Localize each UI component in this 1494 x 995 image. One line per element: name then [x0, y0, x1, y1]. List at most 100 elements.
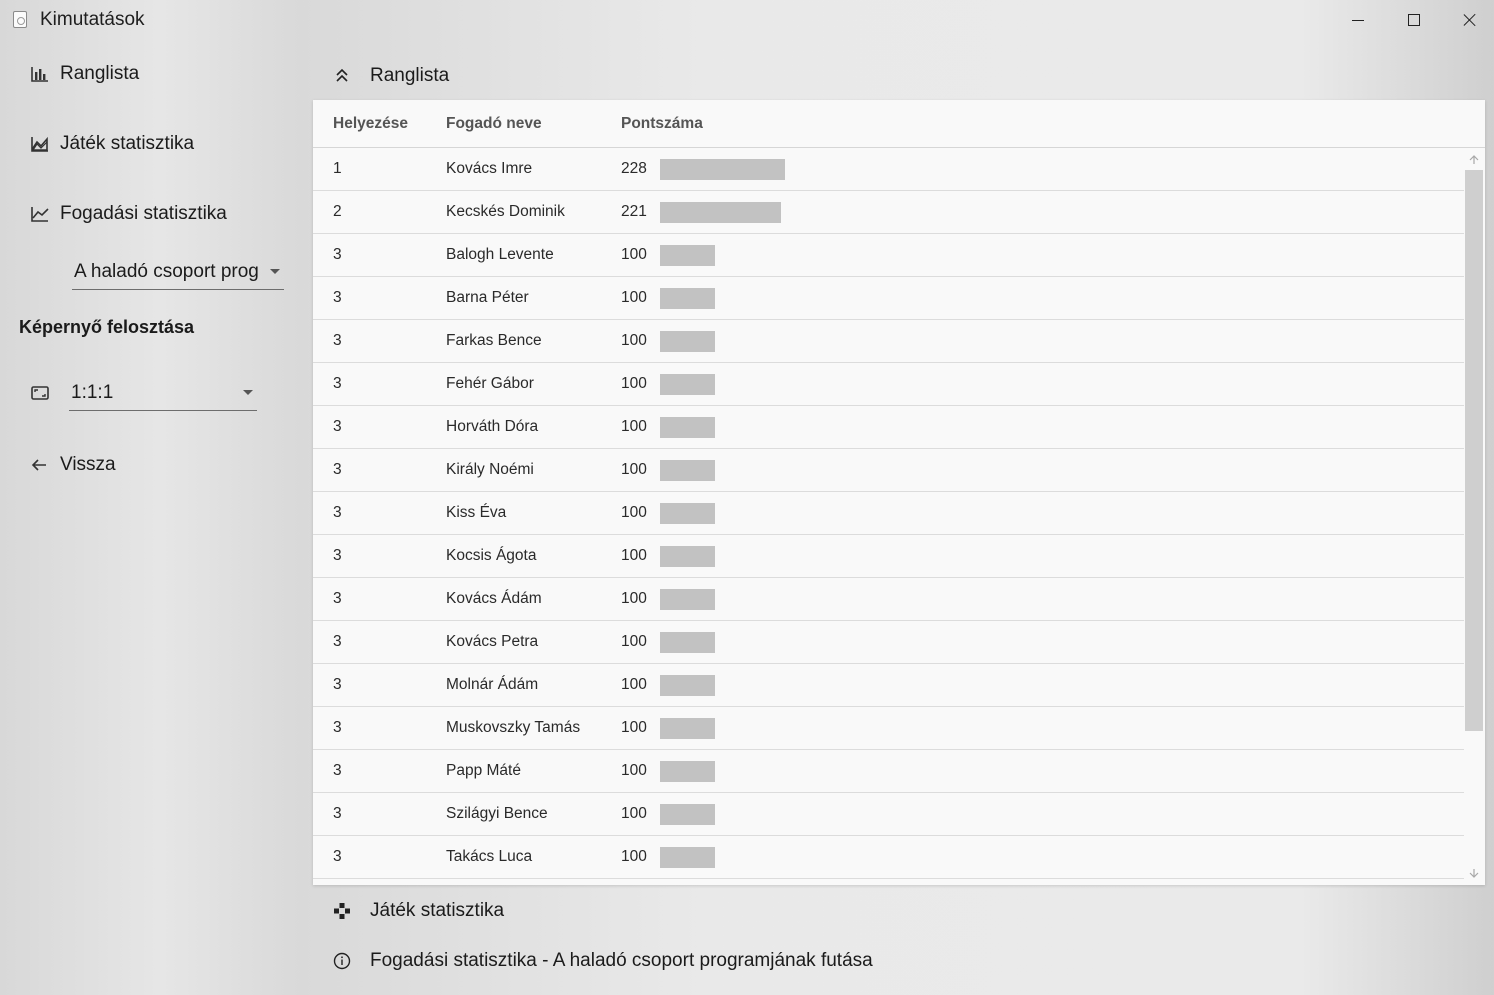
area-chart-icon [20, 135, 60, 153]
name-cell: Kiss Éva [446, 504, 507, 521]
rank-cell: 3 [333, 547, 342, 564]
name-cell: Barna Péter [446, 289, 529, 306]
scroll-down-icon[interactable] [1463, 863, 1485, 883]
score-value: 100 [621, 246, 647, 263]
table-row[interactable]: 3 Kocsis Ágota 100 [313, 535, 1464, 578]
table-row[interactable]: 3 Fehér Gábor 100 [313, 363, 1464, 406]
rank-cell: 2 [333, 203, 342, 220]
table-row[interactable]: 2 Kecskés Dominik 221 [313, 191, 1464, 234]
table-row[interactable]: 3 Szilágyi Bence 100 [313, 793, 1464, 836]
score-bar [660, 502, 715, 524]
scroll-up-icon[interactable] [1463, 150, 1485, 170]
table-row[interactable]: 3 Balogh Levente 100 [313, 234, 1464, 277]
score-cell: 100 [621, 330, 1464, 352]
double-chevron-up-icon [313, 67, 370, 85]
score-value: 228 [621, 160, 647, 177]
column-header-name[interactable]: Fogadó neve [446, 115, 621, 133]
score-bar [660, 244, 715, 266]
maximize-button[interactable] [1386, 0, 1442, 40]
name-cell: Horváth Dóra [446, 418, 539, 435]
minimize-button[interactable] [1330, 0, 1386, 40]
table-row[interactable]: 3 Papp Máté 100 [313, 750, 1464, 793]
name-cell: Muskovszky Tamás [446, 719, 581, 736]
table-row[interactable]: 3 Takács Luca 100 [313, 836, 1464, 879]
score-bar [660, 760, 715, 782]
score-bar [660, 631, 715, 653]
maximize-icon [1408, 14, 1420, 26]
table-row[interactable]: 3 Király Noémi 100 [313, 449, 1464, 492]
score-bar [660, 287, 715, 309]
table-row[interactable]: 3 Horváth Dóra 100 [313, 406, 1464, 449]
score-value: 100 [621, 547, 647, 564]
ranking-table: Helyezése Fogadó neve Pontszáma 1 Kovács … [313, 100, 1485, 885]
rank-cell: 3 [333, 418, 342, 435]
table-row[interactable]: 3 Barna Péter 100 [313, 277, 1464, 320]
table-row[interactable]: 3 Molnár Ádám 100 [313, 664, 1464, 707]
sidebar-item-ranglista[interactable]: Ranglista [20, 49, 290, 99]
table-row[interactable]: 3 Kovács Ádám 100 [313, 578, 1464, 621]
name-cell: Farkas Bence [446, 332, 542, 349]
score-bar [660, 201, 781, 223]
bar-chart-icon [20, 65, 60, 83]
table-row[interactable]: 3 Muskovszky Tamás 100 [313, 707, 1464, 750]
rank-cell: 3 [333, 762, 342, 779]
name-cell: Szilágyi Bence [446, 805, 548, 822]
score-bar [660, 545, 715, 567]
table-body: 1 Kovács Imre 228 2 Kecskés Dominik 221 3 Balog… [313, 148, 1485, 879]
rank-cell: 3 [333, 289, 342, 306]
close-button[interactable] [1442, 0, 1494, 40]
ranking-expander-header[interactable]: Ranglista [313, 56, 1485, 96]
info-icon [313, 952, 370, 970]
score-value: 100 [621, 805, 647, 822]
score-cell: 100 [621, 717, 1464, 739]
aspect-ratio-icon [30, 384, 52, 404]
score-value: 100 [621, 848, 647, 865]
rank-cell: 3 [333, 461, 342, 478]
rank-cell: 3 [333, 719, 342, 736]
score-value: 100 [621, 289, 647, 306]
sidebar-item-jatek-statisztika[interactable]: Játék statisztika [20, 119, 290, 169]
back-button[interactable]: Vissza [20, 440, 290, 490]
score-cell: 100 [621, 287, 1464, 309]
rank-cell: 3 [333, 375, 342, 392]
column-header-rank[interactable]: Helyezése [313, 115, 446, 133]
table-row[interactable]: 1 Kovács Imre 228 [313, 148, 1464, 191]
score-bar [660, 373, 715, 395]
rank-cell: 3 [333, 246, 342, 263]
game-stats-expander-header[interactable]: Játék statisztika [313, 891, 1485, 931]
bet-stats-expander-header[interactable]: Fogadási statisztika - A haladó csoport … [313, 941, 1485, 981]
score-bar [660, 674, 715, 696]
rank-cell: 3 [333, 633, 342, 650]
table-row[interactable]: 3 Farkas Bence 100 [313, 320, 1464, 363]
chevron-down-icon [270, 269, 280, 274]
bet-select-dropdown[interactable]: A haladó csoport prog [72, 254, 284, 290]
rank-cell: 1 [333, 160, 342, 177]
score-bar [660, 803, 715, 825]
score-bar [660, 330, 715, 352]
score-bar [660, 846, 715, 868]
bet-stats-label: Fogadási statisztika - A haladó csoport … [370, 950, 873, 971]
column-header-score[interactable]: Pontszáma [621, 115, 1485, 133]
score-cell: 228 [621, 158, 1464, 180]
name-cell: Kecskés Dominik [446, 203, 565, 220]
layout-select-dropdown[interactable]: 1:1:1 [69, 375, 257, 411]
table-row[interactable]: 3 Kovács Petra 100 [313, 621, 1464, 664]
gamepad-icon [313, 902, 370, 920]
title-bar: Kimutatások [0, 0, 1494, 40]
score-value: 100 [621, 504, 647, 521]
table-scrollbar[interactable] [1463, 148, 1485, 885]
name-cell: Kocsis Ágota [446, 547, 537, 564]
table-row[interactable]: 3 Kiss Éva 100 [313, 492, 1464, 535]
score-cell: 100 [621, 416, 1464, 438]
score-value: 100 [621, 461, 647, 478]
sidebar-item-fogadasi-statisztika[interactable]: Fogadási statisztika [20, 189, 290, 239]
score-value: 221 [621, 203, 647, 220]
score-cell: 100 [621, 803, 1464, 825]
rank-cell: 3 [333, 590, 342, 607]
score-bar [660, 459, 715, 481]
rank-cell: 3 [333, 848, 342, 865]
score-cell: 221 [621, 201, 1464, 223]
scrollbar-thumb[interactable] [1465, 170, 1483, 731]
score-cell: 100 [621, 459, 1464, 481]
score-cell: 100 [621, 545, 1464, 567]
